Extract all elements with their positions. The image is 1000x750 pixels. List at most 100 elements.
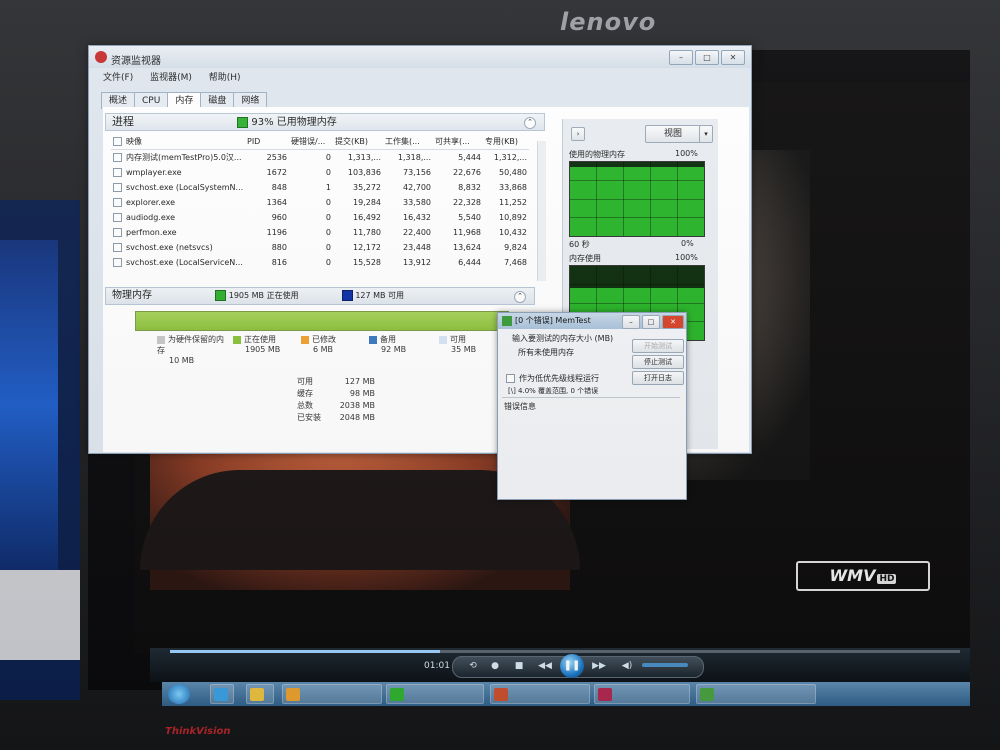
second-monitor bbox=[0, 200, 80, 700]
taskbar-folder-icon[interactable] bbox=[246, 684, 274, 704]
usage-color-swatch bbox=[237, 116, 249, 128]
column-header[interactable]: 提交(KB) bbox=[333, 133, 383, 150]
column-header[interactable]: 专用(KB) bbox=[483, 133, 529, 150]
table-cell: 7,468 bbox=[483, 255, 529, 270]
wmv-hd-badge: WMV HD bbox=[796, 561, 930, 591]
memtest-close-button[interactable]: ✕ bbox=[662, 315, 684, 329]
close-button[interactable]: ✕ bbox=[721, 50, 745, 65]
table-cell: 2536 bbox=[245, 150, 289, 166]
row-checkbox[interactable] bbox=[113, 228, 122, 237]
cell-text: 1672 bbox=[266, 168, 287, 177]
column-header[interactable]: 映像 bbox=[111, 133, 245, 150]
column-header-label: 可共享(... bbox=[435, 136, 470, 146]
column-header[interactable]: 工作集(... bbox=[383, 133, 433, 150]
shuffle-icon[interactable]: ⟲ bbox=[466, 660, 480, 672]
legend-swatch bbox=[439, 335, 447, 344]
cell-text: 0 bbox=[325, 228, 331, 237]
view-dropdown[interactable]: 视图 bbox=[645, 125, 701, 143]
process-section-header[interactable]: 进程 93% 已用物理内存 ⌃ bbox=[105, 113, 545, 131]
table-row[interactable]: 内存测试(memTestPro)5.0汉... 2536 0 1,313,... 1,3… bbox=[111, 150, 529, 166]
row-checkbox[interactable] bbox=[113, 153, 122, 162]
low-priority-checkbox[interactable] bbox=[506, 374, 515, 383]
cell-text: 1196 bbox=[266, 228, 287, 237]
process-scrollbar[interactable] bbox=[537, 141, 546, 281]
legend-item: 备用 92 MB bbox=[369, 334, 441, 354]
menu-file[interactable]: 文件(F) bbox=[103, 73, 133, 83]
view-dropdown-arrow-icon[interactable]: ▾ bbox=[699, 125, 713, 143]
previous-icon[interactable]: ◀◀ bbox=[538, 660, 552, 672]
table-row[interactable]: svchost.exe (LocalSystemN... 848 1 35,272 42… bbox=[111, 180, 529, 195]
low-priority-option[interactable]: 作为低优先级线程运行 bbox=[506, 373, 599, 384]
cell-text: 50,480 bbox=[499, 168, 527, 177]
stop-icon[interactable]: ■ bbox=[512, 660, 526, 672]
menu-monitor[interactable]: 监视器(M) bbox=[150, 73, 192, 83]
cell-text: 35,272 bbox=[353, 183, 381, 192]
cell-text: 33,580 bbox=[403, 198, 431, 207]
expand-panel-icon[interactable]: › bbox=[571, 127, 585, 141]
legend-label: 可用 bbox=[450, 335, 466, 344]
memtest-divider bbox=[502, 397, 680, 398]
memtest-size-input[interactable]: 所有未使用内存 bbox=[518, 347, 574, 358]
table-cell: svchost.exe (netsvcs) bbox=[111, 240, 245, 255]
row-checkbox[interactable] bbox=[113, 183, 122, 192]
start-test-button[interactable]: 开始测试 bbox=[632, 339, 684, 353]
table-cell: 22,328 bbox=[433, 195, 483, 210]
table-row[interactable]: audiodg.exe 960 0 16,492 16,432 5,540 10,892 bbox=[111, 210, 529, 225]
table-cell: 103,836 bbox=[333, 165, 383, 180]
table-cell: 13,624 bbox=[433, 240, 483, 255]
graph2-max: 100% bbox=[675, 253, 698, 262]
memtest-minimize-button[interactable]: – bbox=[622, 315, 640, 329]
memory-stat-row: 已安装 2048 MB bbox=[297, 412, 417, 424]
column-header[interactable]: 可共享(... bbox=[433, 133, 483, 150]
table-row[interactable]: wmplayer.exe 1672 0 103,836 73,156 22,676 50,4… bbox=[111, 165, 529, 180]
table-cell: 0 bbox=[289, 225, 333, 240]
pause-button[interactable]: ❚❚ bbox=[560, 654, 584, 678]
cell-text: 816 bbox=[271, 258, 287, 267]
start-button[interactable] bbox=[168, 684, 190, 704]
open-log-button[interactable]: 打开日志 bbox=[632, 371, 684, 385]
taskbar-item-player[interactable] bbox=[282, 684, 382, 704]
cell-text: 5,444 bbox=[458, 153, 481, 162]
physical-collapse-chevron-icon[interactable]: ⌃ bbox=[514, 291, 526, 303]
process-section-title: 进程 bbox=[112, 115, 134, 128]
column-header[interactable]: PID bbox=[245, 133, 289, 150]
legend-value: 6 MB bbox=[313, 345, 334, 354]
table-cell: 50,480 bbox=[483, 165, 529, 180]
physical-memory-header[interactable]: 物理内存 1905 MB 正在使用 127 MB 可用 ⌃ bbox=[105, 287, 535, 305]
resmon-titlebar[interactable]: 资源监视器 – □ ✕ bbox=[89, 46, 751, 68]
menu-help[interactable]: 帮助(H) bbox=[209, 73, 241, 83]
column-header[interactable]: 硬错误/... bbox=[289, 133, 333, 150]
volume-slider[interactable] bbox=[642, 663, 688, 667]
table-row[interactable]: perfmon.exe 1196 0 11,780 22,400 11,968 10,432 bbox=[111, 225, 529, 240]
cell-text: 42,700 bbox=[403, 183, 431, 192]
resmon-menubar: 文件(F) 监视器(M) 帮助(H) bbox=[89, 70, 241, 84]
cell-text: 13,912 bbox=[403, 258, 431, 267]
row-checkbox[interactable] bbox=[113, 243, 122, 252]
repeat-icon[interactable]: ● bbox=[488, 660, 502, 672]
select-all-checkbox[interactable] bbox=[113, 136, 122, 146]
table-row[interactable]: svchost.exe (LocalServiceN... 816 0 15,528 1… bbox=[111, 255, 529, 270]
minimize-button[interactable]: – bbox=[669, 50, 693, 65]
memtest-maximize-button[interactable]: □ bbox=[642, 315, 660, 329]
table-row[interactable]: explorer.exe 1364 0 19,284 33,580 22,328 11,25… bbox=[111, 195, 529, 210]
row-checkbox[interactable] bbox=[113, 258, 122, 267]
taskbar-item-resmon[interactable] bbox=[386, 684, 484, 704]
volume-icon[interactable]: ◀) bbox=[620, 660, 634, 672]
row-checkbox[interactable] bbox=[113, 198, 122, 207]
physical-memory-bar bbox=[135, 311, 509, 331]
next-icon[interactable]: ▶▶ bbox=[592, 660, 606, 672]
collapse-chevron-icon[interactable]: ⌃ bbox=[524, 117, 536, 129]
row-checkbox[interactable] bbox=[113, 168, 122, 177]
taskbar-item-wmp[interactable] bbox=[490, 684, 590, 704]
taskbar-item-app[interactable] bbox=[594, 684, 690, 704]
table-cell: svchost.exe (LocalServiceN... bbox=[111, 255, 245, 270]
table-row[interactable]: svchost.exe (netsvcs) 880 0 12,172 23,448 13,… bbox=[111, 240, 529, 255]
taskbar-item-memtest[interactable] bbox=[696, 684, 816, 704]
cell-text: 848 bbox=[271, 183, 287, 192]
cell-text: 11,252 bbox=[499, 198, 527, 207]
taskbar-ie-icon[interactable] bbox=[210, 684, 234, 704]
row-checkbox[interactable] bbox=[113, 213, 122, 222]
stop-test-button[interactable]: 停止测试 bbox=[632, 355, 684, 369]
elapsed-time: 01:01 bbox=[424, 661, 450, 671]
maximize-button[interactable]: □ bbox=[695, 50, 719, 65]
